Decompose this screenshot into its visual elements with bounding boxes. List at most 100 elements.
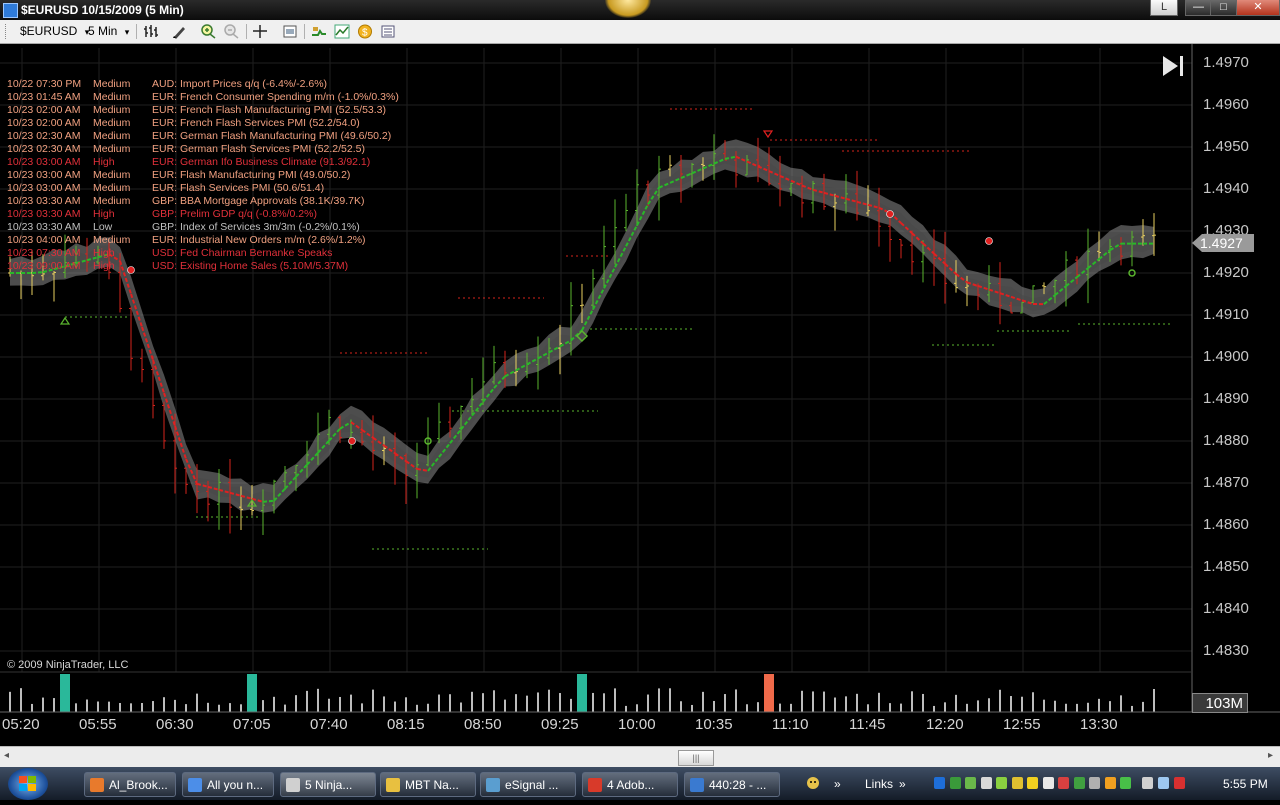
tray-icon[interactable] (1027, 777, 1038, 789)
time-tick-label: 08:50 (464, 716, 502, 733)
instrument-label: $EURUSD (20, 24, 77, 38)
close-button[interactable]: ✕ (1236, 0, 1280, 16)
price-tick-label: 1.4840 (1203, 600, 1249, 617)
crosshair-icon[interactable] (252, 24, 268, 39)
start-button[interactable] (8, 768, 48, 800)
news-time: 10/23 04:00 AM (7, 234, 81, 247)
news-time: 10/23 09:00 AM (7, 260, 81, 273)
chevron-down-icon: ▾ (125, 27, 130, 37)
news-volume-bar (247, 674, 257, 712)
tray-icon[interactable] (981, 777, 992, 789)
app-icon (90, 778, 104, 792)
tray-icon[interactable] (1120, 777, 1131, 789)
taskbar-button-label: 5 Ninja... (305, 778, 352, 792)
app-icon (188, 778, 202, 792)
time-tick-label: 11:45 (849, 716, 885, 733)
news-volume-bar (764, 674, 774, 712)
maximize-button[interactable]: □ (1210, 0, 1237, 16)
taskbar-button[interactable]: Al_Brook... (84, 772, 176, 797)
tray-icon[interactable] (1174, 777, 1185, 789)
taskbar-button[interactable]: All you n... (182, 772, 274, 797)
interval-selector[interactable]: 5 Min ▾ (88, 23, 129, 40)
news-impact: Medium (93, 234, 130, 247)
sell-dot-marker (128, 267, 135, 274)
drawing-tools-icon[interactable] (171, 24, 187, 39)
horizontal-scrollbar[interactable]: ◂ ||| ▸ (0, 746, 1280, 768)
copyright-text: © 2009 NinjaTrader, LLC (7, 659, 128, 671)
links-chevron[interactable]: » (899, 777, 906, 791)
news-time: 10/23 03:30 AM (7, 208, 81, 221)
tray-icon[interactable] (1089, 777, 1100, 789)
data-box-icon[interactable] (282, 24, 298, 39)
buy-arrow-marker (61, 318, 69, 324)
tray-icon[interactable] (1105, 777, 1116, 789)
news-impact: High (93, 260, 115, 273)
time-tick-label: 12:55 (1003, 716, 1041, 733)
taskbar-button[interactable]: 440:28 - ... (684, 772, 780, 797)
tray-icon[interactable] (996, 777, 1007, 789)
toolbar-separator (246, 24, 247, 39)
taskbar-button-label: MBT Na... (405, 778, 459, 792)
news-volume-bar (577, 674, 587, 712)
price-tick-label: 1.4940 (1203, 180, 1249, 197)
tray-icon[interactable] (1074, 777, 1085, 789)
minimize-button[interactable]: — (1185, 0, 1212, 16)
taskbar-button[interactable]: 5 Ninja... (280, 772, 376, 797)
sell-dot-marker (986, 238, 993, 245)
news-time: 10/23 03:00 AM (7, 182, 81, 195)
news-event: EUR: Flash Services PMI (50.6/51.4) (152, 182, 324, 195)
window-title: $EURUSD 10/15/2009 (5 Min) (21, 3, 184, 17)
news-time: 10/23 07:30 AM (7, 247, 81, 260)
news-impact: Medium (93, 169, 130, 182)
windows-logo-icon (8, 768, 48, 800)
taskbar-button-label: eSignal ... (505, 778, 558, 792)
toolbar-grip[interactable] (5, 24, 8, 39)
tray-icon[interactable] (934, 777, 945, 789)
price-tick-label: 1.4920 (1203, 264, 1249, 281)
instrument-selector[interactable]: $EURUSD ▾ (20, 23, 89, 40)
interval-label: 5 Min (88, 24, 117, 38)
currency-icon[interactable]: $ (357, 24, 373, 39)
sell-arrow-marker (764, 131, 772, 137)
links-toolbar[interactable]: Links (865, 777, 893, 791)
scroll-to-end-icon (1163, 56, 1183, 76)
bar-type-icon[interactable] (143, 24, 159, 39)
quicklaunch-chevron[interactable]: » (834, 777, 841, 791)
scroll-thumb[interactable]: ||| (678, 750, 714, 766)
tray-icon[interactable] (1012, 777, 1023, 789)
news-time: 10/23 02:30 AM (7, 130, 81, 143)
tray-icon[interactable] (950, 777, 961, 789)
properties-icon[interactable] (380, 24, 396, 39)
price-tick-label: 1.4960 (1203, 96, 1249, 113)
language-button[interactable]: L (1150, 0, 1178, 16)
app-icon (690, 778, 704, 792)
taskbar-button[interactable]: MBT Na... (380, 772, 476, 797)
scroll-right-arrow-icon[interactable]: ▸ (1268, 750, 1273, 761)
volume-bars (10, 674, 1154, 712)
tray-icon[interactable] (1058, 777, 1069, 789)
news-time: 10/23 01:45 AM (7, 91, 81, 104)
news-event: USD: Fed Chairman Bernanke Speaks (152, 247, 332, 260)
clock[interactable]: 5:55 PM (1223, 777, 1268, 791)
taskbar-button-label: Al_Brook... (109, 778, 168, 792)
tray-icon[interactable] (1158, 777, 1169, 789)
tray-icon[interactable] (965, 777, 976, 789)
price-tick-label: 1.4880 (1203, 432, 1249, 449)
news-event: GBP: Index of Services 3m/3m (-0.2%/0.1%… (152, 221, 360, 234)
zoom-out-icon[interactable] (223, 24, 239, 39)
strategy-icon[interactable] (311, 24, 327, 39)
price-tick-label: 1.4890 (1203, 390, 1249, 407)
indicators-icon[interactable] (334, 24, 350, 39)
zoom-in-icon[interactable] (200, 24, 216, 39)
news-time: 10/23 03:00 AM (7, 169, 81, 182)
scroll-left-arrow-icon[interactable]: ◂ (4, 750, 9, 761)
aero-glow (605, 0, 651, 18)
time-tick-label: 05:20 (2, 716, 40, 733)
taskbar-button[interactable]: 4 Adob... (582, 772, 678, 797)
app-icon (588, 778, 602, 792)
taskbar-button[interactable]: eSignal ... (480, 772, 576, 797)
news-event: EUR: French Consumer Spending m/m (-1.0%… (152, 91, 399, 104)
messenger-icon[interactable] (804, 775, 822, 791)
tray-icon[interactable] (1142, 777, 1153, 789)
tray-icon[interactable] (1043, 777, 1054, 789)
